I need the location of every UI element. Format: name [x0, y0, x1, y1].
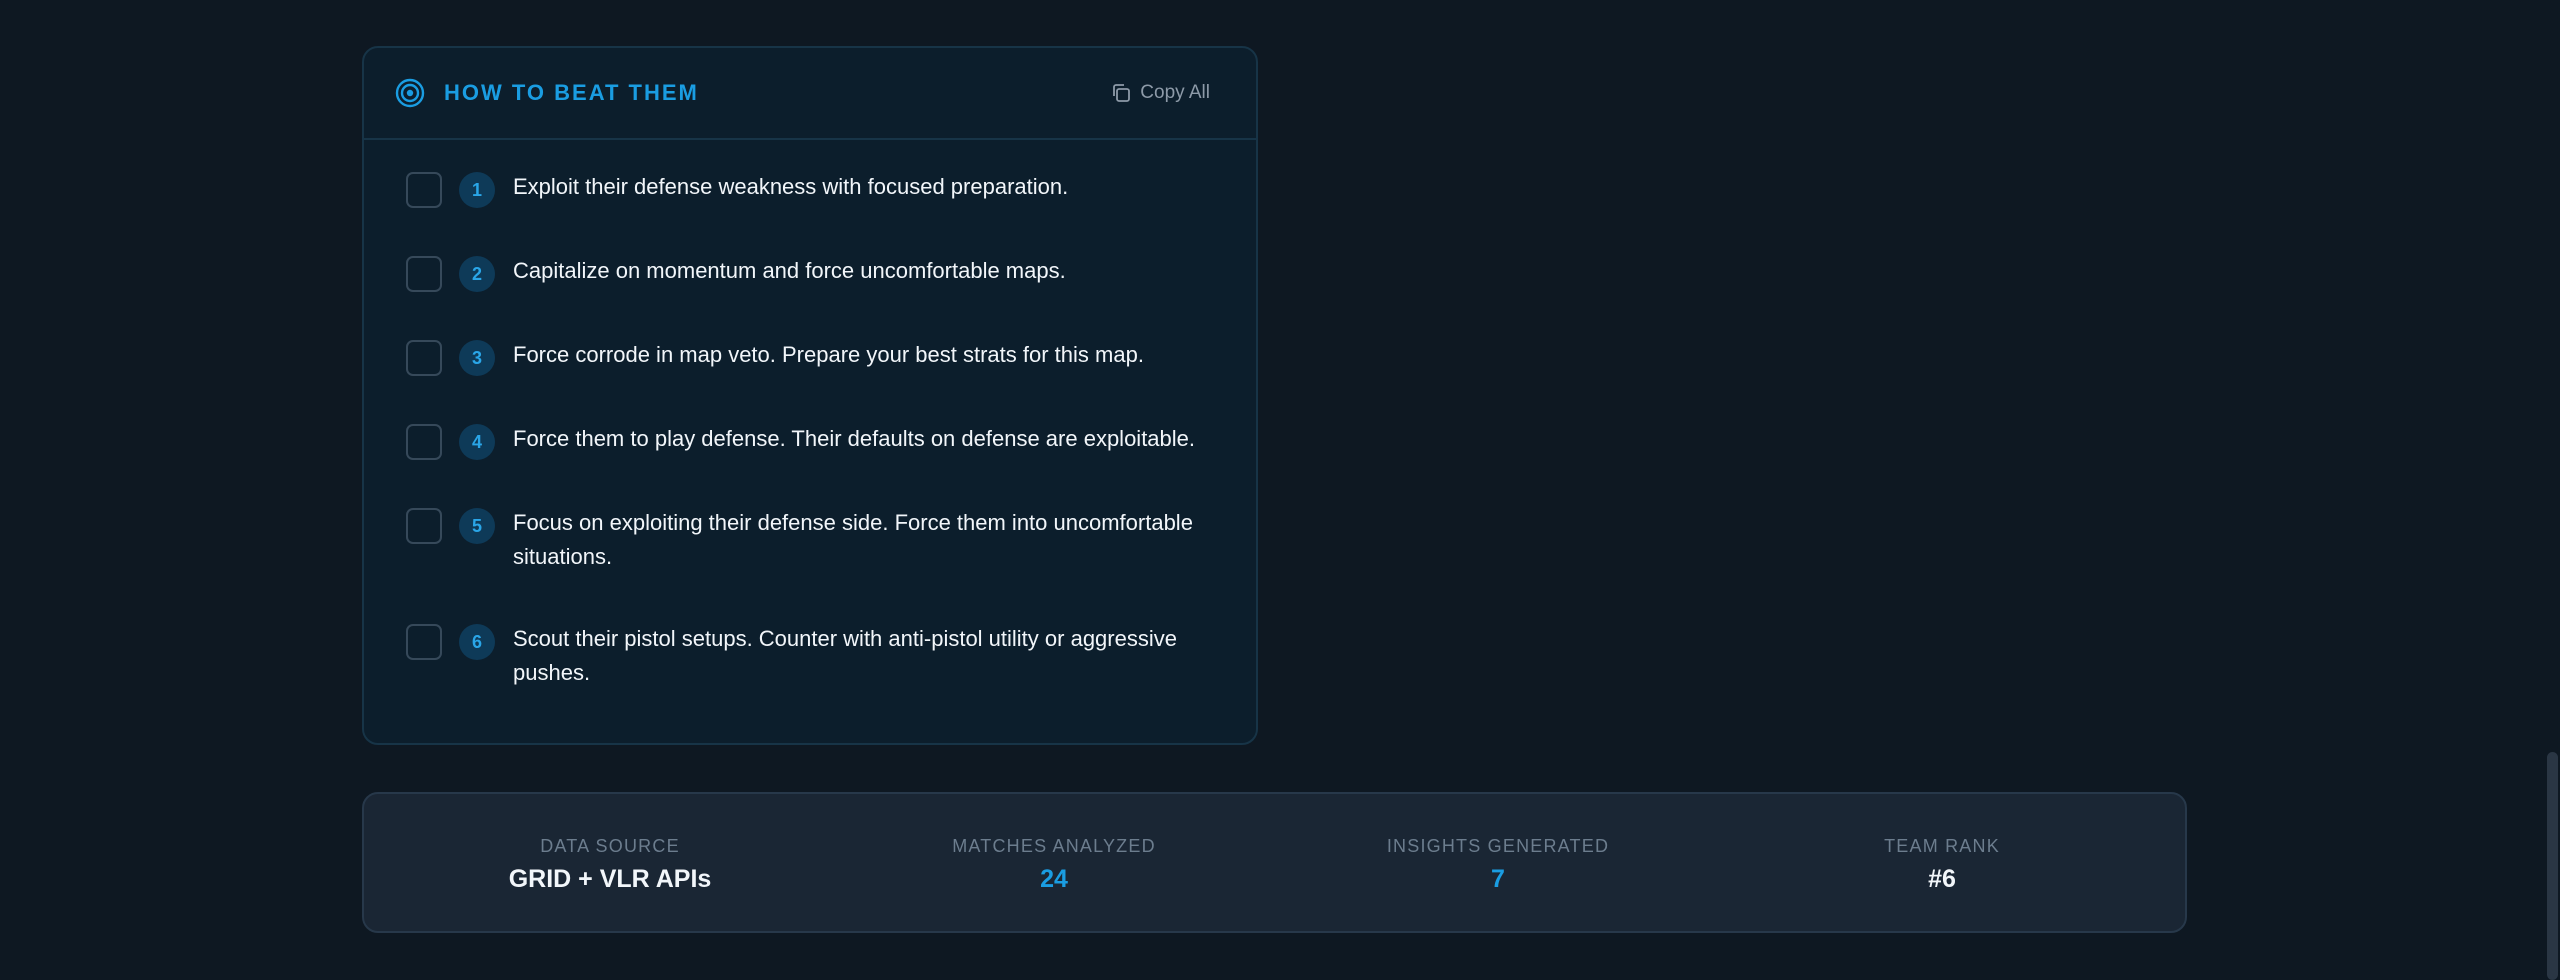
- item-text: Exploit their defense weakness with focu…: [513, 174, 1069, 199]
- item-checkbox[interactable]: [406, 172, 442, 208]
- how-to-beat-them-card: HOW TO BEAT THEM Copy All 1 Exploit thei…: [362, 46, 1258, 745]
- stat-label: DATA SOURCE: [540, 835, 680, 856]
- item-text: Force them to play defense. Their defaul…: [513, 426, 1196, 451]
- stat-value: #6: [1928, 864, 1956, 893]
- item-number-badge: 6: [459, 624, 495, 660]
- page: HOW TO BEAT THEM Copy All 1 Exploit thei…: [0, 0, 2560, 980]
- item-text: Scout their pistol setups. Counter with …: [513, 626, 1177, 685]
- list-item: 2 Capitalize on momentum and force uncom…: [364, 254, 1256, 338]
- item-number-badge: 3: [459, 340, 495, 376]
- item-text: Capitalize on momentum and force uncomfo…: [513, 258, 1066, 283]
- list-item: 3 Force corrode in map veto. Prepare you…: [364, 338, 1256, 422]
- item-number-badge: 1: [459, 172, 495, 208]
- stat-matches-analyzed: MATCHES ANALYZED 24: [952, 794, 1156, 935]
- scrollbar-track[interactable]: [2544, 0, 2560, 980]
- list-item: 4 Force them to play defense. Their defa…: [364, 422, 1256, 506]
- stat-team-rank: TEAM RANK #6: [1884, 794, 2000, 935]
- list-item: 6 Scout their pistol setups. Counter wit…: [364, 622, 1256, 706]
- item-checkbox[interactable]: [406, 624, 442, 660]
- strategy-list: 1 Exploit their defense weakness with fo…: [364, 140, 1256, 706]
- item-number-badge: 2: [459, 256, 495, 292]
- item-checkbox[interactable]: [406, 508, 442, 544]
- copy-all-label: Copy All: [1140, 82, 1210, 103]
- stat-value: GRID + VLR APIs: [508, 864, 712, 893]
- stat-label: INSIGHTS GENERATED: [1386, 835, 1610, 856]
- target-icon: [395, 78, 425, 108]
- stat-label: TEAM RANK: [1884, 835, 2000, 856]
- stat-data-source: DATA SOURCE GRID + VLR APIs: [509, 794, 712, 935]
- item-text: Force corrode in map veto. Prepare your …: [513, 342, 1144, 367]
- list-item: 1 Exploit their defense weakness with fo…: [364, 170, 1256, 254]
- stat-label: MATCHES ANALYZED: [952, 835, 1156, 856]
- item-number-badge: 5: [459, 508, 495, 544]
- stat-value: 24: [1040, 864, 1068, 893]
- stats-bar: DATA SOURCE GRID + VLR APIs MATCHES ANAL…: [362, 792, 2187, 933]
- scrollbar-thumb[interactable]: [2547, 752, 2558, 980]
- item-checkbox[interactable]: [406, 424, 442, 460]
- stat-insights-generated: INSIGHTS GENERATED 7: [1387, 794, 1609, 935]
- stat-value: 7: [1491, 864, 1505, 893]
- copy-icon: [1113, 84, 1131, 102]
- item-checkbox[interactable]: [406, 340, 442, 376]
- list-item: 5 Focus on exploiting their defense side…: [364, 506, 1256, 622]
- card-header: HOW TO BEAT THEM Copy All: [364, 48, 1256, 140]
- item-text: Focus on exploiting their defense side. …: [513, 510, 1193, 569]
- copy-all-button[interactable]: Copy All: [1110, 82, 1210, 104]
- item-checkbox[interactable]: [406, 256, 442, 292]
- item-number-badge: 4: [459, 424, 495, 460]
- card-title: HOW TO BEAT THEM: [444, 80, 699, 105]
